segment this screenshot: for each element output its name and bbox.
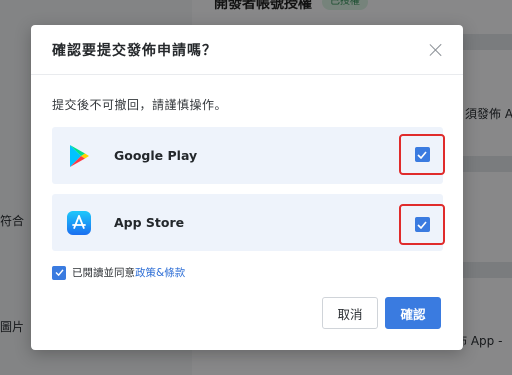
store-row-google-play[interactable]: Google Play xyxy=(52,127,445,184)
dialog-body: 提交後不可撤回，請謹慎操作。 xyxy=(31,96,463,113)
agreement-label: 已閱讀並同意 xyxy=(72,267,135,279)
store-name: Google Play xyxy=(114,148,198,163)
app-store-checkbox[interactable] xyxy=(414,217,430,232)
agreement-row: 已閱讀並同意 政策&條款 xyxy=(52,265,185,280)
google-play-icon xyxy=(70,144,89,167)
store-row-app-store[interactable]: App Store xyxy=(52,194,445,251)
dialog-title: 確認要提交發佈申請嗎？ xyxy=(52,42,217,59)
warning-text: 提交後不可撤回，請謹慎操作。 xyxy=(52,98,228,112)
checkmark-icon xyxy=(417,220,427,229)
policy-terms-link[interactable]: 政策&條款 xyxy=(135,265,185,280)
dialog-header: 確認要提交發佈申請嗎？ xyxy=(31,25,463,75)
confirm-button[interactable]: 確認 xyxy=(385,297,441,329)
checkmark-icon xyxy=(55,269,64,276)
highlight-box xyxy=(399,204,445,245)
close-icon[interactable] xyxy=(429,43,443,57)
highlight-box xyxy=(399,134,445,175)
store-name: App Store xyxy=(114,215,185,230)
app-store-icon xyxy=(67,210,91,235)
agreement-checkbox[interactable] xyxy=(52,265,66,280)
checkmark-icon xyxy=(417,150,427,159)
cancel-button[interactable]: 取消 xyxy=(322,297,378,329)
confirm-publish-dialog: 確認要提交發佈申請嗎？ 提交後不可撤回，請謹慎操作。 Google Play A… xyxy=(31,25,463,350)
google-play-checkbox[interactable] xyxy=(414,147,430,162)
